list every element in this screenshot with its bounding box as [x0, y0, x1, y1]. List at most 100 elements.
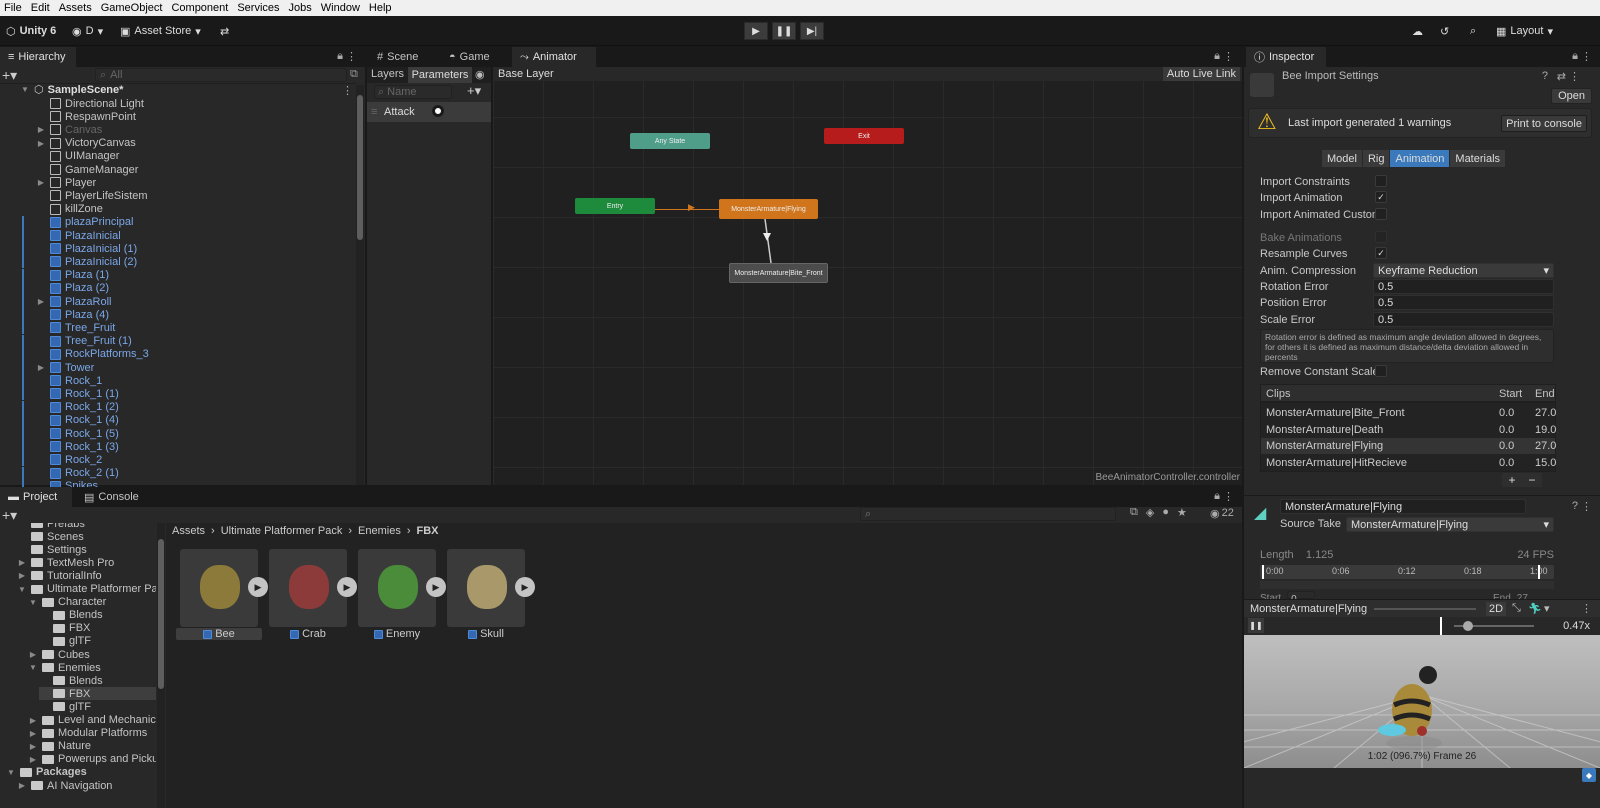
hierarchy-item[interactable]: Rock_1 [22, 374, 346, 388]
expand-arrow-icon[interactable]: ▶ [36, 125, 46, 134]
lock-icon[interactable]: 🔒︎ [337, 50, 343, 63]
tag-icon[interactable]: ◆ [1582, 768, 1596, 782]
expand-asset-button[interactable]: ▶ [426, 577, 446, 597]
hierarchy-item[interactable]: RockPlatforms_3 [22, 347, 346, 361]
expand-arrow-icon[interactable]: ▼ [28, 598, 38, 607]
breadcrumb-item[interactable]: Assets [172, 525, 205, 537]
hierarchy-item[interactable]: Rock_2 [22, 453, 346, 467]
animator-graph[interactable]: Base Layer Auto Live Link Any State Exit… [493, 67, 1242, 485]
hierarchy-item[interactable]: Rock_1 (1) [22, 387, 346, 401]
asset-label[interactable]: Crab [265, 628, 351, 640]
tab-game[interactable]: ◓ Game [441, 47, 498, 67]
version-control-icon[interactable]: ⇄ [220, 22, 229, 40]
clip-row[interactable]: MonsterArmature|HitRecieve 0.0 15.0 [1261, 455, 1556, 471]
menu-jobs[interactable]: Jobs [285, 2, 317, 14]
expand-asset-button[interactable]: ▶ [515, 577, 535, 597]
import-animated-custom-checkbox[interactable] [1375, 208, 1387, 220]
hierarchy-item[interactable]: ▶ Tower [22, 361, 346, 374]
source-take-dropdown[interactable]: MonsterArmature|Flying ▾ [1346, 517, 1554, 532]
folder-item[interactable]: ▼ Enemies [28, 661, 101, 674]
expand-asset-button[interactable]: ▶ [337, 577, 357, 597]
flying-state-node[interactable]: MonsterArmature|Flying [719, 199, 818, 219]
lock-icon[interactable]: 🔒︎ [1214, 490, 1220, 503]
star-icon[interactable]: ★ [1177, 506, 1187, 519]
tab-materials[interactable]: Materials [1450, 150, 1506, 167]
hierarchy-item[interactable]: ▶ PlazaRoll [22, 295, 346, 308]
resample-curves-checkbox[interactable]: ✓ [1375, 247, 1387, 259]
parameter-row[interactable]: ≡ Attack [367, 102, 491, 122]
model-preview-viewport[interactable]: 1:02 (096.7%) Frame 26 [1244, 635, 1600, 768]
hierarchy-item[interactable]: killZone [36, 203, 346, 216]
folder-item[interactable]: Scenes [17, 530, 84, 543]
timeline-ruler[interactable]: 0:000:060:120:181:00 [1260, 565, 1554, 579]
asset-label[interactable]: Skull [443, 628, 529, 640]
import-constraints-checkbox[interactable] [1375, 175, 1387, 187]
asset-thumbnail[interactable] [447, 549, 525, 627]
scene-row[interactable]: ▼ ⬡ SampleScene* [20, 83, 350, 97]
2d-toggle[interactable]: 2D [1486, 602, 1507, 616]
tab-animation[interactable]: Animation [1390, 150, 1450, 167]
folder-item[interactable]: ▶ Modular Platforms [28, 727, 147, 740]
folder-item[interactable]: ▶ Level and Mechanics [28, 714, 156, 727]
help-icon[interactable]: ? [1542, 70, 1548, 82]
expand-arrow-icon[interactable]: ▶ [28, 729, 38, 738]
pivot-icon[interactable]: ⤡ [1512, 602, 1521, 615]
remove-constant-scale-checkbox[interactable] [1375, 365, 1387, 377]
hierarchy-item[interactable]: ▶ Player [36, 176, 346, 189]
hierarchy-item[interactable]: GameManager [36, 163, 346, 176]
expand-arrow-icon[interactable]: ▼ [17, 585, 27, 594]
create-button[interactable]: +▾ [2, 507, 17, 524]
remove-clip-button[interactable]: − [1528, 473, 1535, 487]
breadcrumb-item[interactable]: Enemies [358, 525, 401, 537]
scrollbar-thumb[interactable] [158, 539, 164, 689]
folder-item[interactable]: Settings [17, 543, 87, 556]
hierarchy-item[interactable]: PlazaInicial (1) [22, 242, 346, 256]
trigger-toggle[interactable] [432, 105, 444, 117]
asset-thumbnail[interactable] [269, 549, 347, 627]
expand-arrow-icon[interactable]: ▶ [28, 650, 38, 659]
preview-pause-button[interactable]: ❚❚ [1248, 618, 1264, 633]
tab-console[interactable]: ▤ Console [76, 487, 147, 507]
folder-item[interactable]: ▶ Powerups and Pickups [28, 753, 156, 766]
any-state-node[interactable]: Any State [630, 133, 710, 149]
unity-logo-button[interactable]: ⬡ Unity 6 [6, 22, 56, 40]
folder-item[interactable]: glTF [39, 700, 91, 713]
hierarchy-item[interactable]: Rock_1 (3) [22, 440, 346, 454]
rotation-error-field[interactable]: 0.5 [1373, 279, 1554, 294]
breadcrumb[interactable]: Base Layer [498, 68, 554, 80]
clip-row[interactable]: MonsterArmature|Death 0.0 19.0 [1261, 422, 1556, 438]
scrollbar-thumb[interactable] [357, 95, 363, 240]
more-icon[interactable]: ⋮ [1223, 50, 1234, 63]
cloud-icon[interactable]: ☁ [1412, 22, 1423, 40]
layout-dropdown[interactable]: ▦ Layout ▾ [1496, 22, 1553, 40]
exit-node[interactable]: Exit [824, 128, 904, 144]
hierarchy-item[interactable]: ▶ Canvas [36, 123, 346, 136]
entry-node[interactable]: Entry [575, 198, 655, 214]
expand-arrow-icon[interactable]: ▶ [36, 178, 46, 187]
expand-arrow-icon[interactable]: ▼ [28, 663, 38, 672]
menu-window[interactable]: Window [317, 2, 365, 14]
tab-model[interactable]: Model [1322, 150, 1362, 167]
transition-entry-flying[interactable] [655, 209, 719, 210]
expand-arrow-icon[interactable]: ▼ [6, 768, 16, 777]
tab-parameters[interactable]: Parameters [408, 67, 472, 83]
tab-hierarchy[interactable]: ≡ Hierarchy [0, 47, 76, 67]
menu-gameobject[interactable]: GameObject [97, 2, 168, 14]
hierarchy-item[interactable]: Rock_1 (4) [22, 413, 346, 427]
preview-playhead[interactable] [1440, 617, 1442, 635]
end-marker[interactable] [1538, 565, 1540, 579]
hierarchy-item[interactable]: Rock_1 (2) [22, 400, 346, 414]
more-icon[interactable]: ⋮ [1569, 70, 1580, 83]
eye-icon[interactable]: ◉ [475, 68, 485, 81]
folder-item[interactable]: ▶ TutorialInfo [17, 569, 102, 582]
info-circle-icon[interactable]: ● [1162, 506, 1169, 519]
hierarchy-search-input[interactable]: ⌕ All [95, 68, 347, 82]
transition-flying-bite[interactable] [757, 219, 777, 263]
more-icon[interactable]: ⋮ [346, 50, 357, 63]
lock-icon[interactable]: 🔒︎ [1214, 50, 1220, 63]
auto-live-link-button[interactable]: Auto Live Link [1162, 67, 1240, 81]
folder-item[interactable]: ▶ TextMesh Pro [17, 556, 114, 569]
folder-item[interactable]: Prefabs [17, 523, 85, 530]
clip-name-field[interactable]: MonsterArmature|Flying [1280, 499, 1526, 514]
account-button[interactable]: ◉ D ▾ [72, 22, 103, 40]
